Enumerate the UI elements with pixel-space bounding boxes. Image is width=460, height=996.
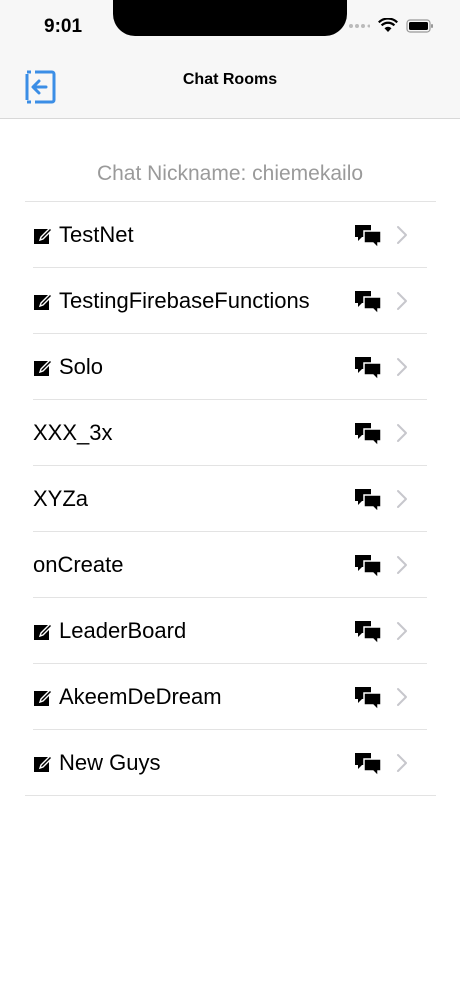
chat-bubbles-icon [354,486,382,514]
chat-bubbles-icon [354,552,382,580]
chevron-right-icon [396,752,408,774]
chat-bubbles-icon [354,354,382,382]
edit-icon [33,357,53,377]
cellular-signal-icon [349,23,370,28]
chat-room-row[interactable]: LeaderBoard [0,598,460,664]
page-title: Chat Rooms [182,71,278,88]
chat-room-name: onCreate [33,552,124,577]
chevron-right-icon [396,224,408,246]
chat-room-content: XXX_3x [33,400,113,466]
chat-bubbles-icon [354,684,382,712]
chat-bubbles-icon [354,420,382,448]
chevron-right-icon [396,422,408,444]
status-bar: 9:01 [0,0,460,56]
chat-room-content: onCreate [33,532,124,598]
chat-room-content: TestNet [33,202,134,268]
row-divider [25,795,436,796]
edit-icon [33,753,53,773]
chat-room-row[interactable]: Solo [0,334,460,400]
chat-room-content: Solo [33,334,103,400]
chat-bubbles-icon [354,618,382,646]
chat-room-content: New Guys [33,730,160,796]
chat-room-row[interactable]: XXX_3x [0,400,460,466]
battery-icon [406,18,433,33]
chat-room-content: LeaderBoard [33,598,186,664]
chat-room-name: TestingFirebaseFunctions [59,288,310,313]
chevron-right-icon [396,620,408,642]
wifi-icon [378,18,398,32]
chevron-right-icon [396,290,408,312]
chat-nickname-label: Chat Nickname: chiemekailo [96,162,364,185]
chevron-right-icon [396,488,408,510]
chat-room-row[interactable]: onCreate [0,532,460,598]
status-time: 9:01 [44,16,83,37]
chat-room-row[interactable]: AkeemDeDream [0,664,460,730]
edit-icon [33,621,53,641]
chat-room-list: TestNet TestingFirebaseFunctions Solo XXX_3… [0,202,460,796]
chat-room-row[interactable]: XYZa [0,466,460,532]
device-notch [113,0,347,36]
chat-room-name: LeaderBoard [59,618,187,643]
chat-room-name: Solo [59,354,104,379]
edit-icon [33,225,53,245]
chat-room-name: XXX_3x [33,420,113,445]
chat-bubbles-icon [354,288,382,316]
chat-room-name: New Guys [59,750,161,775]
chat-room-content: XYZa [33,466,88,532]
edit-icon [33,291,53,311]
chat-room-content: TestingFirebaseFunctions [33,268,310,334]
chevron-right-icon [396,554,408,576]
chevron-right-icon [396,686,408,708]
edit-icon [33,687,53,707]
chevron-right-icon [396,356,408,378]
chat-room-row[interactable]: TestNet [0,202,460,268]
chat-room-name: AkeemDeDream [59,684,222,709]
chat-room-content: AkeemDeDream [33,664,222,730]
status-icons [348,18,434,33]
chat-room-row[interactable]: TestingFirebaseFunctions [0,268,460,334]
chat-bubbles-icon [354,222,382,250]
navigation-bar: Chat Rooms [0,56,460,119]
chat-room-row[interactable]: New Guys [0,730,460,796]
chat-room-name: XYZa [33,486,89,511]
chat-bubbles-icon [354,750,382,778]
chat-room-name: TestNet [59,222,134,247]
